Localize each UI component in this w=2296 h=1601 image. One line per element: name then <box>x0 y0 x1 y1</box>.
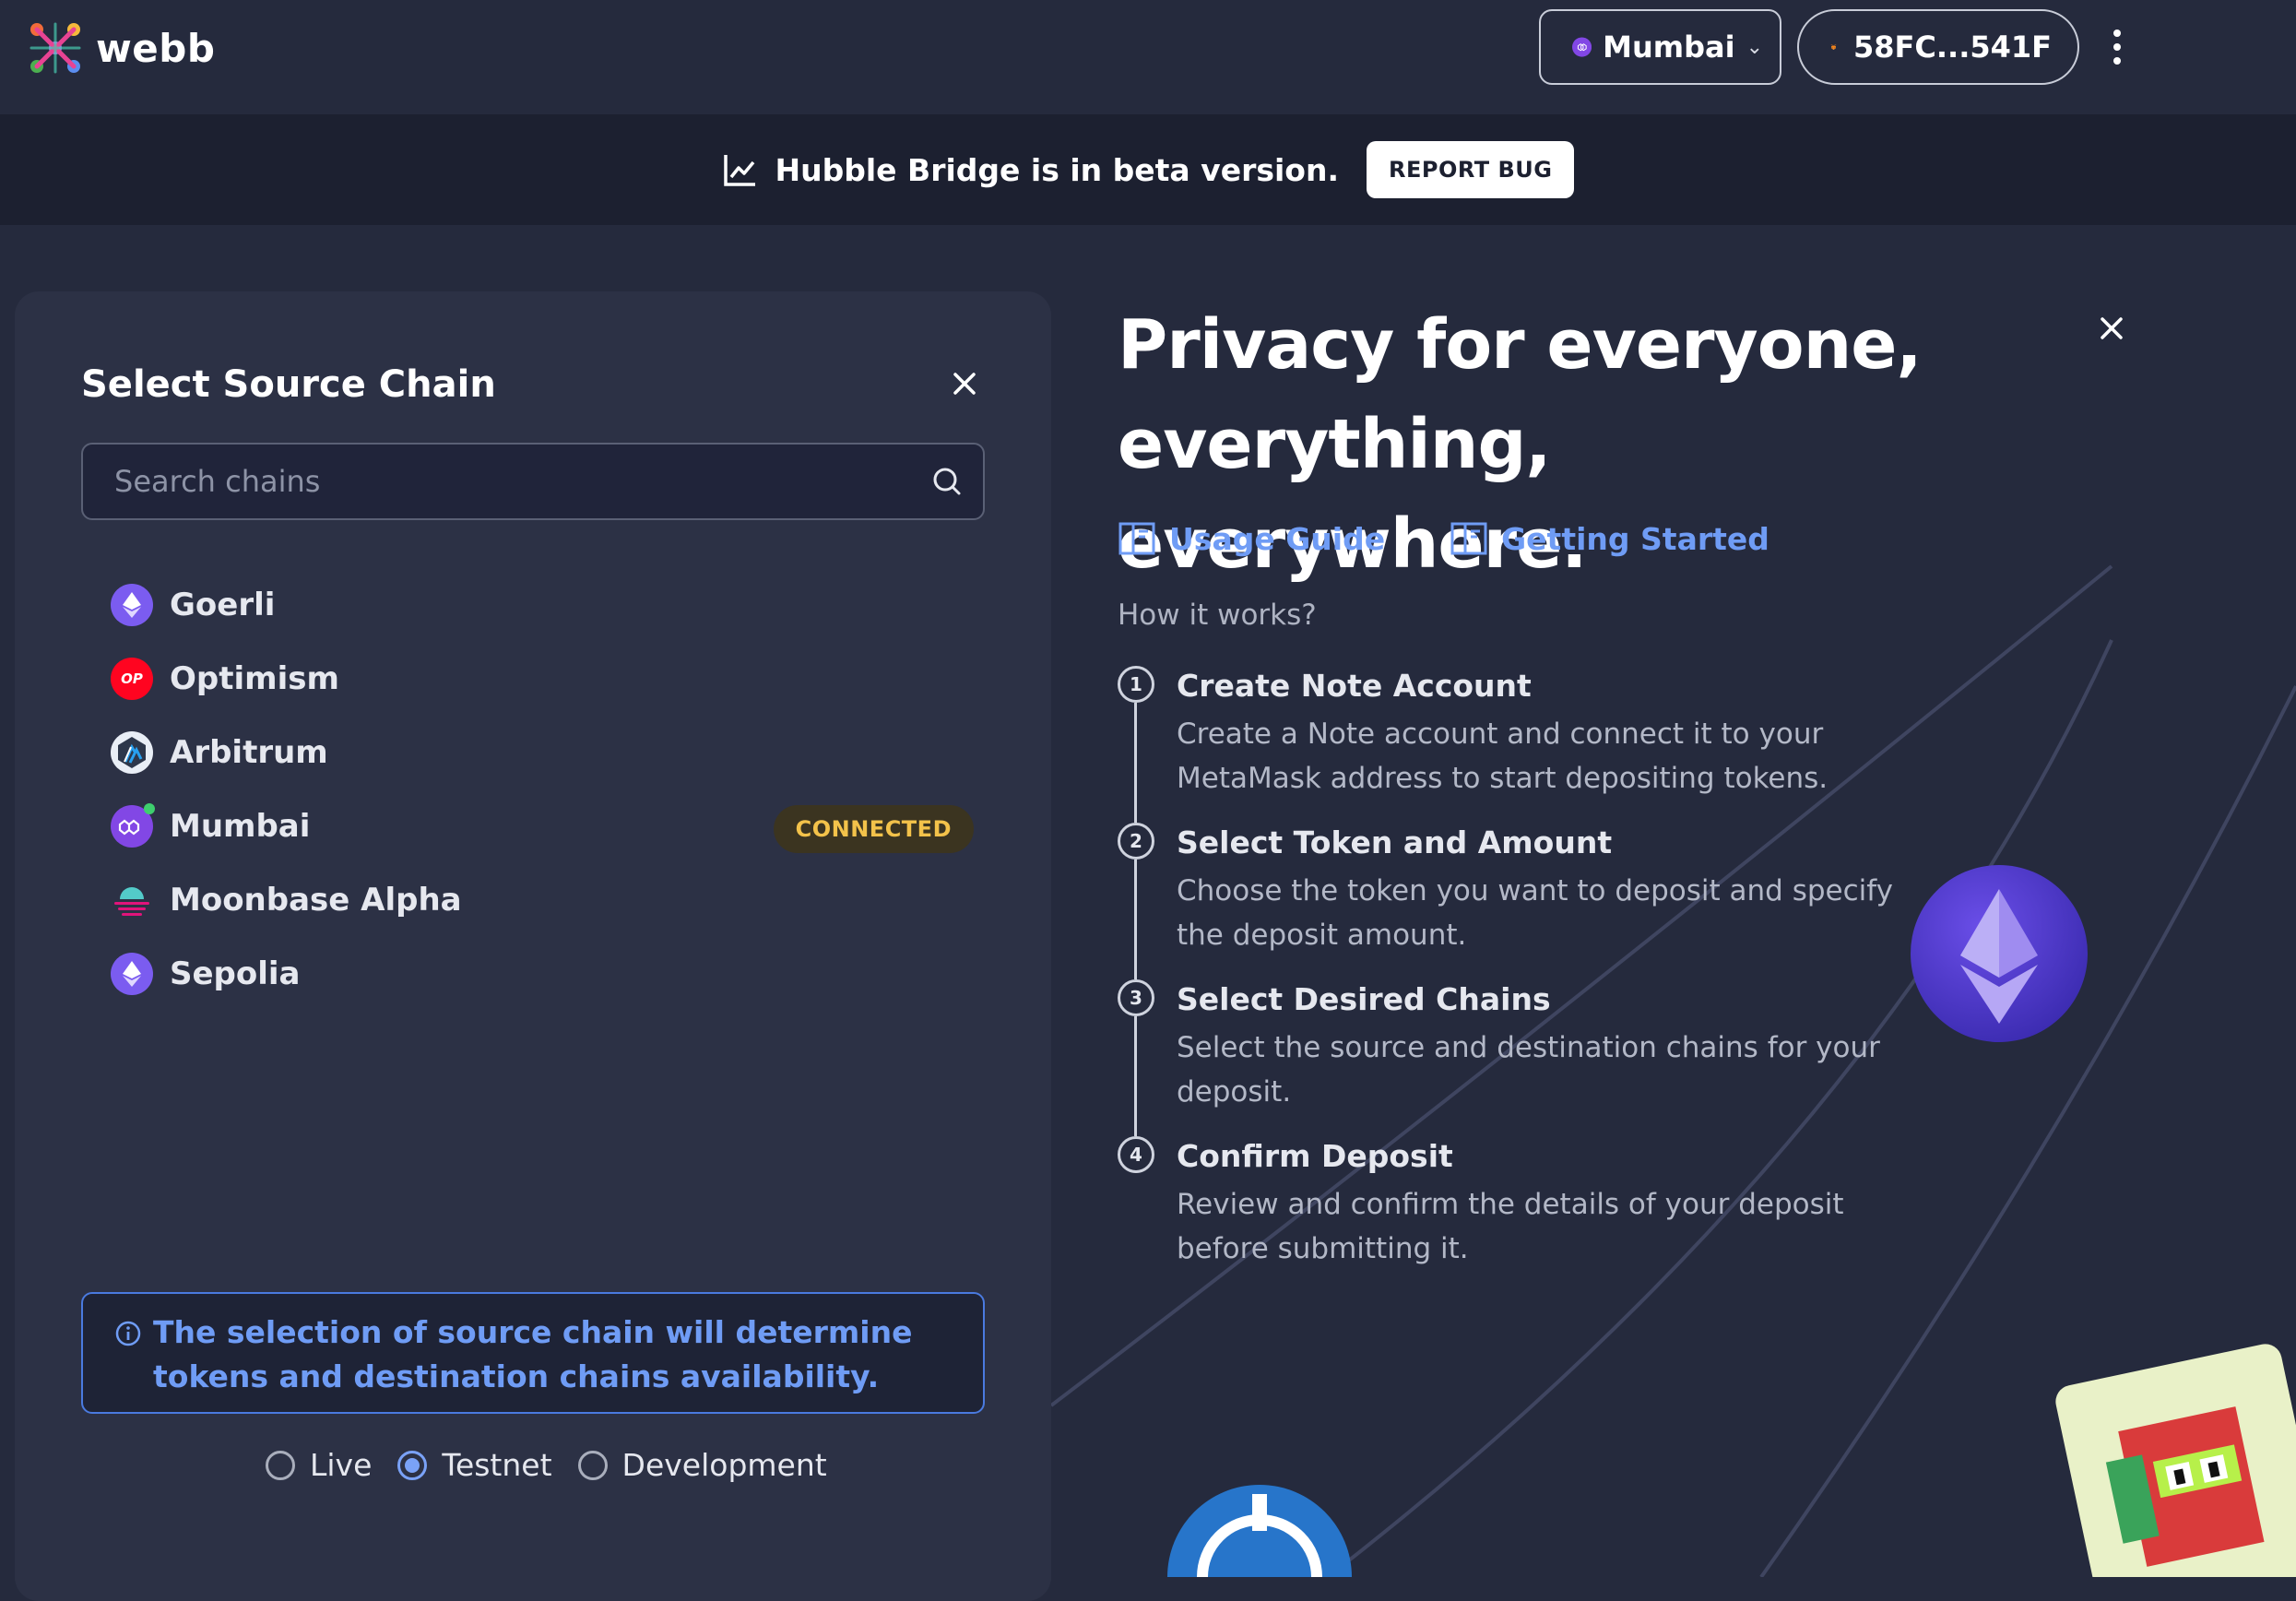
step-description: Review and confirm the details of your d… <box>1177 1188 1844 1265</box>
metamask-fox-icon <box>1830 44 1837 50</box>
step-number: 2 <box>1118 823 1154 860</box>
radio-testnet[interactable]: Testnet <box>397 1447 552 1483</box>
step-connector <box>1134 860 1137 979</box>
chain-name: Optimism <box>170 660 339 697</box>
chain-item-arbitrum[interactable]: Arbitrum <box>111 716 974 789</box>
webb-logo-icon <box>30 22 81 74</box>
chain-item-goerli[interactable]: Goerli <box>111 568 974 642</box>
top-header: webb Mumbai ⌄ 58FC...541F <box>0 0 2296 115</box>
radio-label: Testnet <box>442 1447 552 1483</box>
connected-dot <box>144 803 155 814</box>
select-source-chain-panel: Select Source Chain Goerli OP Optimism <box>15 291 1051 1601</box>
chain-item-optimism[interactable]: OP Optimism <box>111 642 974 716</box>
how-it-works-label: How it works? <box>1118 599 1317 632</box>
step-connector <box>1134 703 1137 823</box>
hero-title-line: everything, everywhere. <box>1118 405 1587 584</box>
wallet-address: 58FC...541F <box>1853 30 2052 65</box>
search-icon <box>933 468 961 495</box>
chain-name: Goerli <box>170 587 276 623</box>
info-icon <box>115 1321 141 1346</box>
webb-logo[interactable]: webb <box>28 20 215 76</box>
optimism-icon: OP <box>111 658 153 700</box>
chain-name: Sepolia <box>170 955 301 992</box>
wallet-button[interactable]: 58FC...541F <box>1797 9 2079 85</box>
step-title: Confirm Deposit <box>1177 1138 1453 1174</box>
step-title: Select Token and Amount <box>1177 824 1613 860</box>
search-input[interactable] <box>112 463 931 500</box>
chain-name: Mumbai <box>170 808 311 845</box>
connected-badge: CONNECTED <box>773 805 974 853</box>
step-connector <box>1134 1016 1137 1136</box>
more-menu-icon[interactable] <box>2101 24 2134 70</box>
chain-item-mumbai[interactable]: Mumbai CONNECTED <box>111 789 974 863</box>
chart-line-icon <box>723 155 755 186</box>
logo-text: webb <box>96 25 216 71</box>
nft-card-icon <box>2055 1344 2296 1577</box>
book-icon <box>1118 522 1155 555</box>
link-label: Usage Guide <box>1169 520 1386 557</box>
chain-name: Arbitrum <box>170 734 328 771</box>
chain-name: Moonbase Alpha <box>170 882 462 919</box>
arbitrum-icon <box>111 731 153 774</box>
radio-live[interactable]: Live <box>266 1447 372 1483</box>
step-item: 3 Select Desired Chains Select the sourc… <box>1118 979 1911 1136</box>
radio-button-checked[interactable] <box>397 1450 428 1480</box>
guide-links: Usage Guide Getting Started <box>1118 520 1769 557</box>
step-number: 4 <box>1118 1136 1154 1173</box>
polygon-icon <box>1572 37 1592 57</box>
step-item: 2 Select Token and Amount Choose the tok… <box>1118 823 1911 979</box>
usage-guide-link[interactable]: Usage Guide <box>1118 520 1385 557</box>
radio-button[interactable] <box>266 1450 295 1480</box>
report-bug-button[interactable]: REPORT BUG <box>1367 141 1575 198</box>
step-title: Select Desired Chains <box>1177 981 1551 1017</box>
chain-item-sepolia[interactable]: Sepolia <box>111 937 974 1011</box>
beta-banner: Hubble Bridge is in beta version. REPORT… <box>0 114 2296 225</box>
step-title: Create Note Account <box>1177 668 1532 704</box>
step-description: Choose the token you want to deposit and… <box>1177 874 1893 952</box>
network-type-radio-group: Live Testnet Development <box>266 1447 827 1483</box>
network-label: Mumbai <box>1603 30 1735 65</box>
link-label: Getting Started <box>1501 520 1769 557</box>
book-icon <box>1450 522 1487 555</box>
step-number: 3 <box>1118 979 1154 1016</box>
close-icon[interactable] <box>946 365 983 402</box>
token-coin-icon <box>1167 1485 1352 1577</box>
chevron-down-icon: ⌄ <box>1746 35 1763 59</box>
step-description: Create a Note account and connect it to … <box>1177 717 1829 795</box>
step-number: 1 <box>1118 666 1154 703</box>
step-item: 4 Confirm Deposit Review and confirm the… <box>1118 1136 1911 1271</box>
ethereum-icon <box>111 584 153 626</box>
ethereum-coin-icon <box>1911 865 2088 1042</box>
step-item: 1 Create Note Account Create a Note acco… <box>1118 666 1911 823</box>
radio-button[interactable] <box>577 1450 608 1480</box>
ethereum-icon <box>111 953 153 995</box>
beta-message: Hubble Bridge is in beta version. <box>775 151 1339 188</box>
chain-item-moonbase-alpha[interactable]: Moonbase Alpha <box>111 863 974 937</box>
radio-development[interactable]: Development <box>577 1447 827 1483</box>
chain-list: Goerli OP Optimism Arbitrum Mumbai CONNE… <box>111 568 974 1011</box>
step-description: Select the source and destination chains… <box>1177 1031 1880 1109</box>
polygon-icon <box>111 803 155 848</box>
search-chains-field[interactable] <box>81 443 985 520</box>
radio-label: Live <box>310 1447 373 1483</box>
panel-title: Select Source Chain <box>81 363 496 406</box>
steps-list: 1 Create Note Account Create a Note acco… <box>1118 666 1911 1293</box>
moonbase-icon <box>111 879 153 921</box>
intro-section: Privacy for everyone, everything, everyw… <box>1051 225 2296 1577</box>
hero-title-line: Privacy for everyone, <box>1118 305 1923 385</box>
close-icon[interactable] <box>2093 310 2130 347</box>
network-selector-button[interactable]: Mumbai ⌄ <box>1539 9 1781 85</box>
getting-started-link[interactable]: Getting Started <box>1450 520 1769 557</box>
radio-label: Development <box>621 1447 827 1483</box>
source-chain-info-alert: The selection of source chain will deter… <box>81 1292 985 1414</box>
info-text: The selection of source chain will deter… <box>153 1314 913 1394</box>
